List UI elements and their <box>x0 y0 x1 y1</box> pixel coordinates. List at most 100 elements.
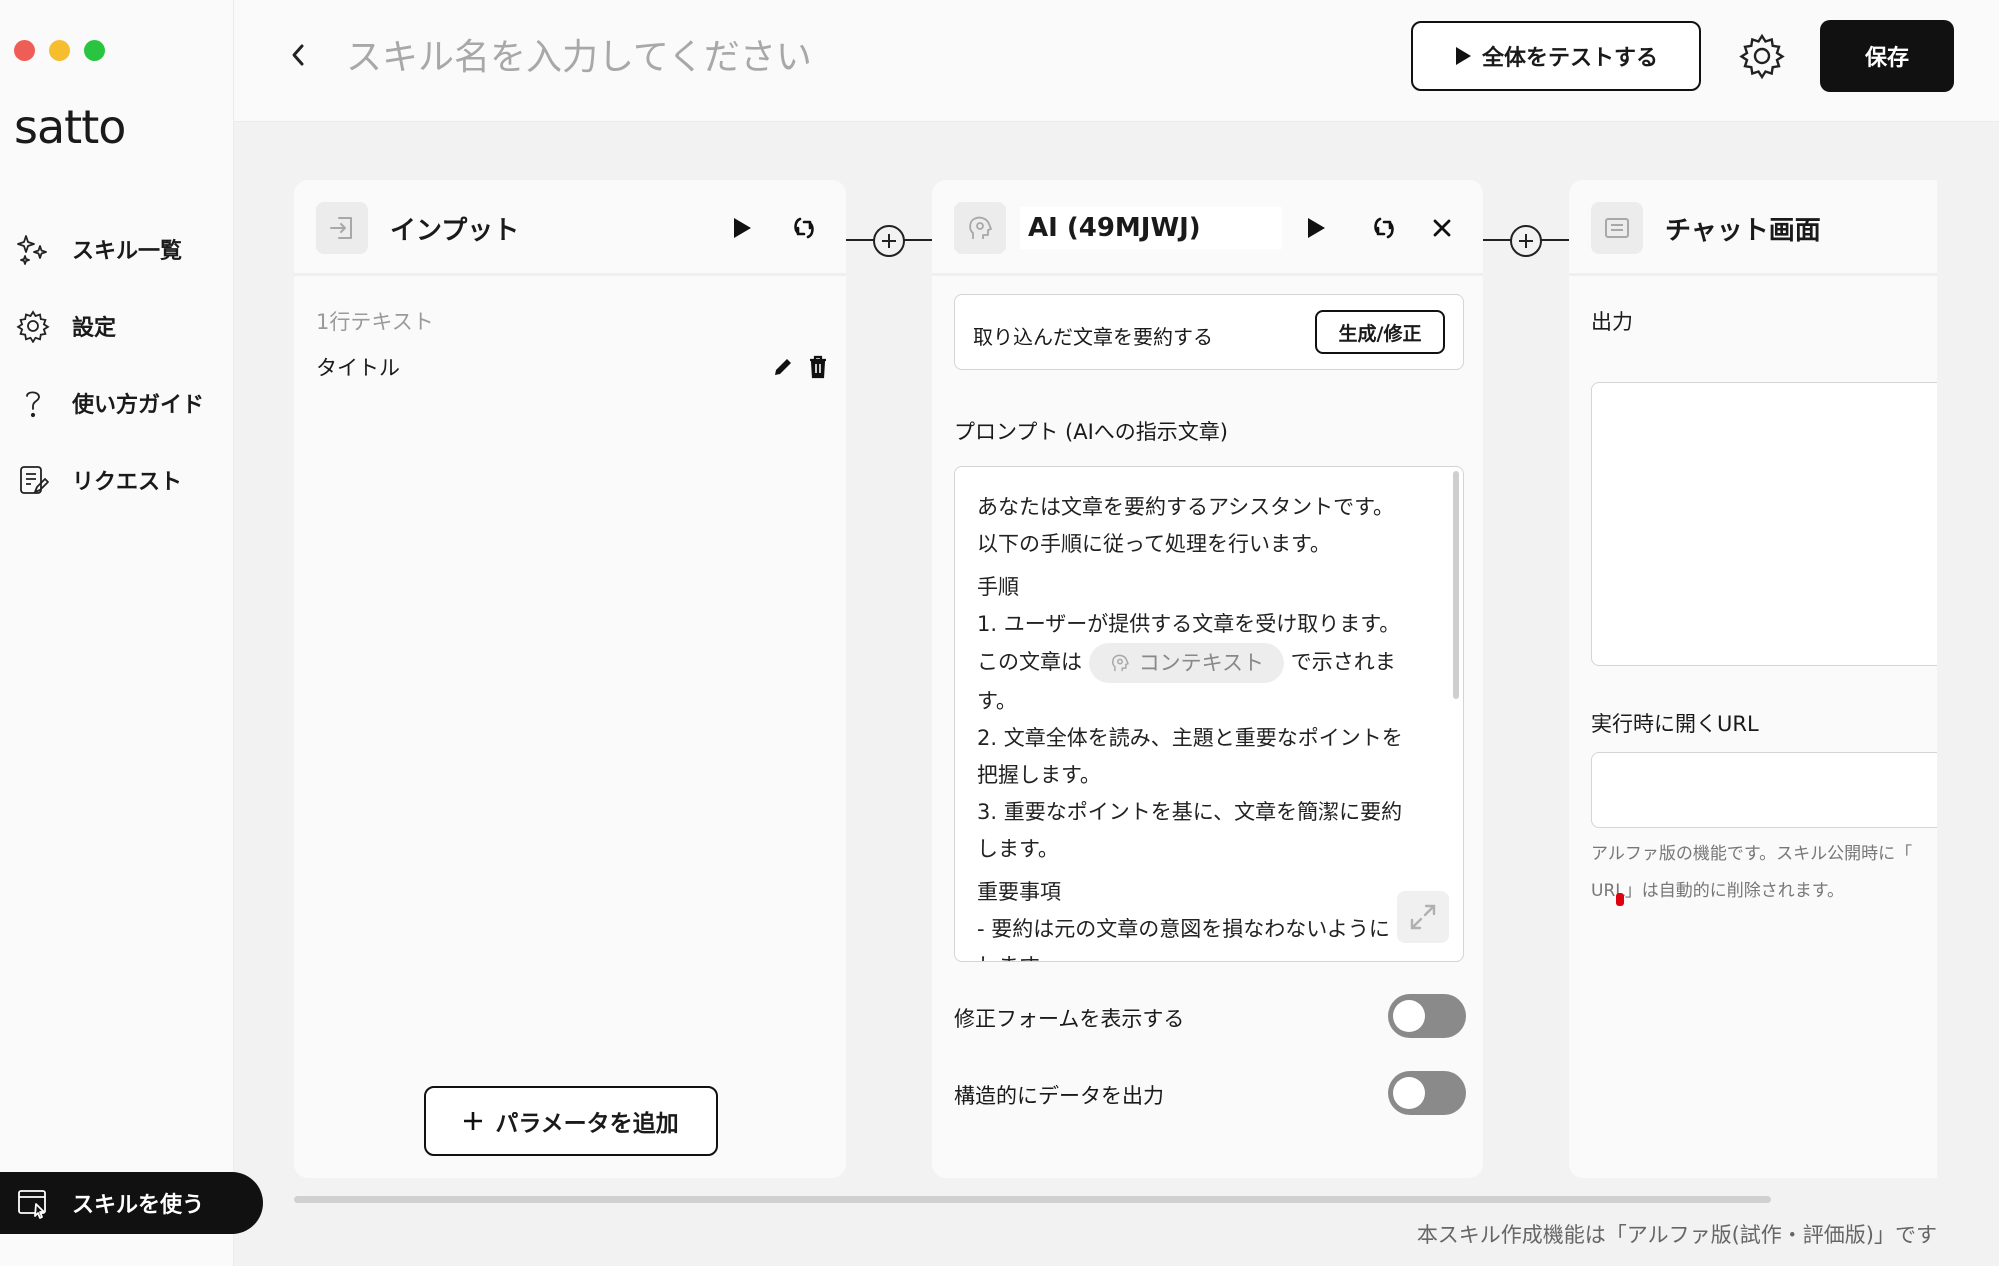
chat-node-header: チャット画面 <box>1569 180 1937 276</box>
prompt-label: プロンプト (AIへの指示文章) <box>954 420 1228 444</box>
use-skill-icon <box>18 1190 46 1219</box>
prompt-line: 手順 <box>977 575 1019 599</box>
request-edit-icon <box>20 465 49 494</box>
summary-box: 取り込んだ文章を要約する 生成/修正 <box>954 294 1464 370</box>
fix-form-toggle[interactable] <box>1388 994 1466 1038</box>
message-lines-icon <box>1605 218 1629 238</box>
prompt-line: あなたは文章を要約するアシスタントです。 <box>977 495 1395 519</box>
reset-node-button[interactable] <box>786 210 822 246</box>
sign-in-icon <box>330 217 352 239</box>
structured-output-toggle-label: 構造的にデータを出力 <box>954 1084 1164 1108</box>
sidebar: satto スキル一覧 設定 使い方ガイド リクエスト スキルを使う <box>0 0 263 1266</box>
sidebar-item-label: リクエスト <box>72 469 183 495</box>
delete-node-button[interactable] <box>1424 210 1460 246</box>
input-node-title: インプット <box>390 216 520 246</box>
input-node-icon <box>316 202 368 254</box>
url-label: 実行時に開くURL <box>1591 712 1759 736</box>
skill-name-input[interactable] <box>346 32 1046 82</box>
param-type-label: 1行テキスト <box>316 310 434 334</box>
output-preview-box <box>1591 382 1937 666</box>
play-icon <box>1308 218 1325 238</box>
prompt-editor[interactable]: あなたは文章を要約するアシスタントです。 以下の手順に従って処理を行います。 手… <box>954 466 1464 962</box>
settings-gear-icon[interactable] <box>1737 31 1787 81</box>
prompt-line: す。 <box>977 689 1017 713</box>
plus-icon <box>1519 234 1533 248</box>
add-node-button[interactable] <box>873 225 905 257</box>
ai-head-icon <box>969 216 992 239</box>
context-chip-label: コンテキスト <box>1138 650 1265 675</box>
prompt-line: します。 <box>977 837 1059 861</box>
prompt-scrollbar[interactable] <box>1453 471 1459 699</box>
output-label: 出力 <box>1591 310 1633 334</box>
sidebar-item-request[interactable]: リクエスト <box>0 441 234 518</box>
sidebar-item-skill-list[interactable]: スキル一覧 <box>0 210 234 287</box>
app-logo: satto <box>14 100 126 154</box>
sidebar-item-guide[interactable]: 使い方ガイド <box>0 364 234 441</box>
prompt-line: この文章は コンテキスト で示されま <box>977 643 1437 683</box>
save-label: 保存 <box>1864 46 1909 71</box>
minimize-window-button[interactable] <box>49 40 70 61</box>
param-name: タイトル <box>316 356 400 380</box>
ai-node-icon <box>954 202 1006 254</box>
generate-fix-button[interactable]: 生成/修正 <box>1315 310 1445 354</box>
sidebar-item-label: 使い方ガイド <box>72 392 205 418</box>
chat-node-card: チャット画面 出力 実行時に開くURL アルファ版の機能です。スキル公開時に「 … <box>1569 180 1937 1178</box>
window-controls <box>14 40 105 61</box>
prompt-line: - 要約は元の文章の意図を損なわないように <box>977 917 1390 941</box>
alpha-footnote: 本スキル作成機能は「アルファ版(試作・評価版)」です <box>1416 1223 1937 1247</box>
chat-node-icon <box>1591 202 1643 254</box>
test-all-label: 全体をテストする <box>1481 46 1658 71</box>
maximize-window-button[interactable] <box>84 40 105 61</box>
pencil-icon[interactable] <box>772 356 794 378</box>
input-node-header: インプット <box>294 180 846 276</box>
ai-head-icon <box>1111 654 1129 672</box>
sidebar-nav: スキル一覧 設定 使い方ガイド リクエスト <box>0 210 234 518</box>
alpha-note-line: アルファ版の機能です。スキル公開時に「 <box>1591 844 1913 864</box>
sidebar-item-settings[interactable]: 設定 <box>0 287 234 364</box>
add-node-button[interactable] <box>1510 225 1542 257</box>
trash-icon[interactable] <box>808 355 828 379</box>
alpha-note-line: URL」は自動的に削除されます。 <box>1591 881 1845 901</box>
run-node-button[interactable] <box>1298 210 1334 246</box>
question-icon <box>26 390 40 417</box>
ai-node-title[interactable]: AI (49MJWJ) <box>1020 207 1282 249</box>
save-button[interactable]: 保存 <box>1820 20 1954 92</box>
test-all-button[interactable]: 全体をテストする <box>1411 21 1701 91</box>
refresh-icon <box>1374 217 1394 239</box>
refresh-icon <box>794 217 814 239</box>
prompt-line: 重要事項 <box>977 880 1061 904</box>
expand-editor-button[interactable] <box>1397 891 1449 943</box>
prompt-text[interactable]: あなたは文章を要約するアシスタントです。 以下の手順に従って処理を行います。 手… <box>977 489 1437 961</box>
plus-icon <box>464 1112 483 1130</box>
close-window-button[interactable] <box>14 40 35 61</box>
prompt-line: します。 <box>977 948 1437 961</box>
cursor-marker <box>1616 893 1624 906</box>
play-icon <box>1455 47 1471 65</box>
ai-node-card: AI (49MJWJ) 取り込んだ文章を要約する 生成/修正 プロンプト (AI… <box>932 180 1483 1178</box>
reset-node-button[interactable] <box>1366 210 1402 246</box>
prompt-line: 以下の手順に従って処理を行います。 <box>977 532 1331 556</box>
prompt-line: 1. ユーザーが提供する文章を受け取ります。 <box>977 612 1401 636</box>
add-parameter-label: パラメータを追加 <box>495 1111 679 1137</box>
plus-icon <box>882 234 896 248</box>
structured-output-toggle[interactable] <box>1388 1071 1466 1115</box>
back-arrow-icon[interactable] <box>286 40 310 70</box>
prompt-fragment: この文章は <box>977 650 1082 674</box>
prompt-line: 3. 重要なポイントを基に、文章を簡潔に要約 <box>977 800 1403 824</box>
prompt-line: 2. 文章全体を読み、主題と重要なポイントを <box>977 726 1403 750</box>
gear-icon <box>16 309 50 343</box>
open-url-input[interactable] <box>1591 752 1937 828</box>
context-variable-chip[interactable]: コンテキスト <box>1088 643 1285 683</box>
prompt-fragment: で示されま <box>1290 650 1396 674</box>
canvas-horizontal-scrollbar[interactable] <box>294 1196 1771 1203</box>
alpha-note: アルファ版の機能です。スキル公開時に「 URL」は自動的に削除されます。 <box>1591 836 1912 910</box>
use-skill-label: スキルを使う <box>72 1193 205 1218</box>
run-node-button[interactable] <box>724 210 760 246</box>
expand-icon <box>1410 904 1436 930</box>
sidebar-item-label: 設定 <box>72 315 117 341</box>
add-parameter-button[interactable]: パラメータを追加 <box>424 1086 718 1156</box>
fix-form-toggle-label: 修正フォームを表示する <box>954 1007 1185 1031</box>
use-skill-button[interactable]: スキルを使う <box>0 1172 263 1234</box>
sidebar-item-label: スキル一覧 <box>72 238 183 264</box>
top-bar: 全体をテストする 保存 <box>234 0 1999 122</box>
